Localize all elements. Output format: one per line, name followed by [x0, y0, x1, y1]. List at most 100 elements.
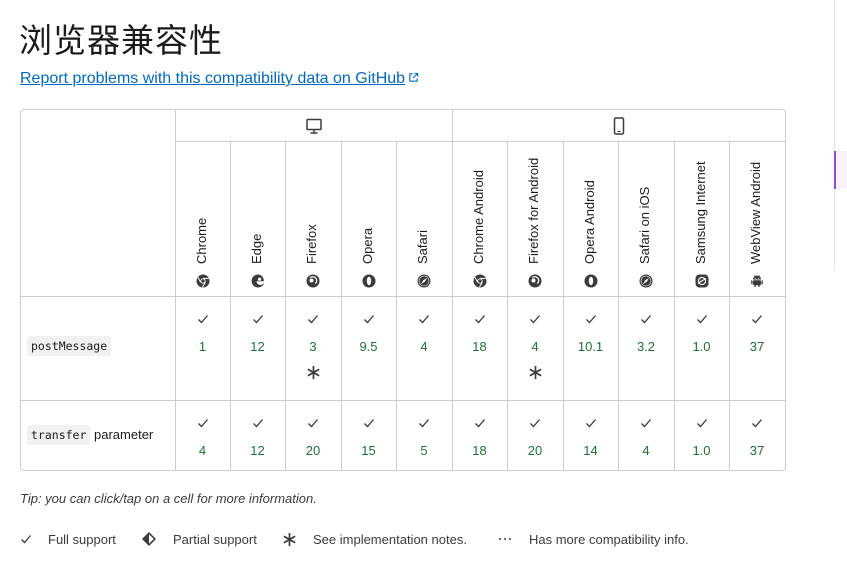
support-cell[interactable]: 12 [230, 312, 285, 354]
tip-text: Tip: you can click/tap on a cell for mor… [20, 491, 317, 506]
legend-label: Partial support [173, 531, 257, 547]
version-number: 20 [305, 443, 321, 458]
browser-header: Chrome [175, 142, 230, 296]
github-report-link-text: Report problems with this compatibility … [20, 70, 406, 87]
version-number: 4 [420, 339, 428, 354]
legend-label: Has more compatibility info. [529, 531, 689, 547]
scrollbar-track[interactable] [834, 0, 835, 270]
support-cell[interactable]: 4 [618, 416, 674, 458]
android-icon [750, 274, 764, 288]
check-icon [307, 312, 319, 324]
support-cell[interactable]: 1 [175, 312, 230, 354]
check-icon [474, 416, 486, 428]
version-number: 4 [642, 443, 650, 458]
browser-name: Firefox [304, 224, 319, 264]
mobile-icon [609, 116, 629, 136]
support-cell[interactable]: 5 [396, 416, 452, 458]
check-icon [585, 312, 597, 324]
feature-code: transfer [27, 425, 91, 445]
asterisk-icon [282, 532, 305, 547]
check-icon [252, 416, 264, 428]
version-number: 4 [198, 443, 207, 458]
browser-header: Safari on iOS [618, 142, 674, 296]
support-cell[interactable]: 20 [285, 416, 341, 458]
browser-name: Safari [415, 230, 430, 264]
safari-icon [639, 274, 653, 288]
feature-label: transfer parameter [27, 425, 153, 445]
partial-icon [141, 531, 165, 547]
support-cell[interactable]: 18 [452, 312, 507, 354]
browser-name: Opera [359, 227, 375, 264]
version-number: 9.5 [359, 339, 378, 354]
support-cell[interactable]: 37 [729, 312, 785, 354]
version-number: 20 [527, 443, 543, 458]
firefox-icon [528, 274, 542, 288]
support-cell[interactable]: 10.1 [563, 312, 618, 354]
firefox-icon [306, 274, 320, 288]
support-cell[interactable]: 3 [285, 312, 341, 380]
check-icon [20, 533, 40, 545]
support-cell[interactable]: 4 [507, 312, 563, 380]
check-icon [197, 416, 209, 428]
browser-name: Chrome Android [470, 170, 486, 264]
check-icon [529, 312, 541, 324]
support-cell[interactable]: 15 [341, 416, 396, 458]
check-icon [696, 312, 708, 324]
browser-name: Firefox for Android [526, 157, 541, 264]
version-number: 3 [309, 339, 317, 354]
github-report-link[interactable]: Report problems with this compatibility … [20, 70, 419, 88]
samsung-internet-icon [695, 274, 709, 288]
browser-header: Chrome Android [452, 142, 507, 296]
version-number: 1 [198, 339, 207, 354]
browser-name: Samsung Internet [692, 161, 708, 264]
version-number: 12 [250, 443, 265, 458]
version-number: 4 [531, 339, 539, 354]
table-row-divider [21, 400, 785, 401]
support-cell[interactable]: 4 [175, 416, 230, 458]
support-cell[interactable]: 9.5 [341, 312, 396, 354]
check-icon [197, 312, 209, 324]
external-link-icon [408, 70, 419, 82]
compat-table: Chrome Edge Firefox Opera Safari Chrome Andro… [20, 109, 786, 471]
check-icon [751, 416, 763, 428]
legend-item: Has more compatibility info. [497, 530, 689, 548]
browser-header: WebView Android [729, 142, 785, 296]
opera-icon [362, 274, 376, 288]
check-icon [751, 312, 763, 324]
version-number: 14 [583, 443, 598, 458]
feature-code: postMessage [27, 336, 112, 356]
support-cell[interactable]: 4 [396, 312, 452, 354]
browser-name: Edge [248, 233, 264, 264]
feature-label: postMessage [27, 336, 112, 356]
opera-icon [584, 274, 598, 288]
support-cell[interactable]: 1.0 [674, 312, 729, 354]
support-cell[interactable]: 1.0 [674, 416, 729, 458]
chrome-icon [473, 274, 487, 288]
support-cell[interactable]: 20 [507, 416, 563, 458]
version-number: 1.0 [692, 443, 711, 458]
asterisk-icon [528, 365, 543, 380]
browser-header: Firefox for Android [507, 142, 563, 296]
check-icon [640, 312, 652, 324]
browser-name: Chrome [193, 217, 209, 264]
support-cell[interactable]: 12 [230, 416, 285, 458]
support-cell[interactable]: 3.2 [618, 312, 674, 354]
support-cell[interactable]: 37 [729, 416, 785, 458]
browser-header: Edge [230, 142, 285, 296]
browser-name: Safari on iOS [637, 186, 652, 264]
scrollbar-thumb[interactable] [834, 151, 847, 189]
check-icon [307, 416, 319, 428]
version-number: 10.1 [577, 339, 604, 354]
more-icon [497, 531, 521, 547]
browser-name: WebView Android [748, 161, 763, 264]
support-cell[interactable]: 18 [452, 416, 507, 458]
check-icon [640, 416, 652, 428]
check-icon [474, 312, 486, 324]
version-number: 37 [749, 443, 765, 458]
browser-name: Opera Android [581, 180, 597, 264]
support-cell[interactable]: 14 [563, 416, 618, 458]
legend-label: See implementation notes. [313, 531, 467, 547]
check-icon [252, 312, 264, 324]
chrome-icon [196, 274, 210, 288]
browser-header: Samsung Internet [674, 142, 729, 296]
